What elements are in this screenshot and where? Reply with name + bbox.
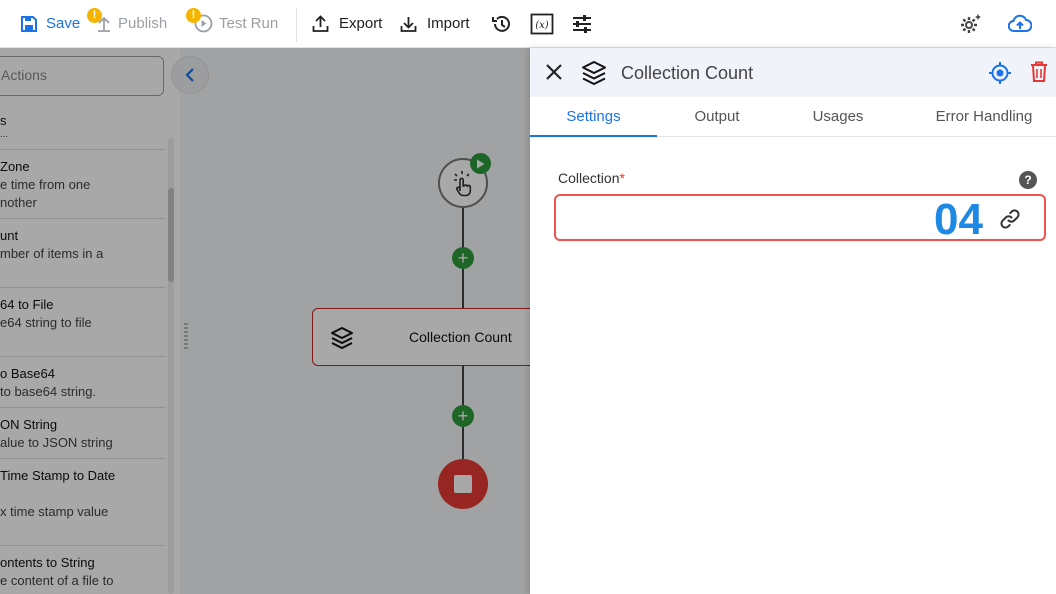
scrollbar-thumb[interactable] [168,188,174,282]
actions-search-input[interactable]: Actions [0,56,164,96]
history-icon[interactable] [490,12,514,36]
export-label: Export [339,15,383,32]
action-title: ON String [0,417,58,432]
tab-settings[interactable]: Settings [530,97,657,137]
add-step-button[interactable]: + [452,405,474,427]
action-title: unt [0,228,19,243]
warning-icon: ! [87,7,102,23]
tab-usages[interactable]: Usages [777,97,899,137]
action-desc: e time from one [0,177,91,192]
action-title: 64 to File [0,297,54,312]
action-settings-panel: Collection Count Settings Output Usages … [530,48,1056,594]
action-desc: nother [0,195,37,210]
export-icon [312,14,329,32]
close-icon[interactable] [544,62,564,82]
add-step-button[interactable]: + [452,247,474,269]
action-desc [0,485,165,503]
action-item[interactable]: unt mber of items in a [0,227,165,288]
action-item[interactable]: Time Stamp to Date x time stamp value [0,467,165,546]
save-label: Save [46,15,81,32]
panel-tabs: Settings Output Usages Error Handling [530,97,1056,137]
action-title: Zone [0,159,30,174]
actions-panel: Actions s ... Zone e time from one nothe… [0,48,180,594]
action-desc: to base64 string. [0,384,97,399]
save-icon [21,15,37,32]
action-item[interactable]: s ... [0,112,165,150]
publish-button[interactable]: ! Publish [87,0,168,48]
action-item[interactable]: o Base64 to base64 string. [0,365,165,408]
toolbar: Save ! Publish ! Test Run Export Import … [0,0,1056,48]
warning-icon: ! [186,7,201,23]
locate-icon[interactable] [988,61,1012,85]
svg-text:(x): (x) [535,20,549,31]
node-label: Collection Count [409,329,512,345]
action-title: o Base64 [0,366,55,381]
field-label-text: Collection [558,170,620,186]
action-desc: e content of a file to [0,573,114,588]
panel-header: Collection Count [530,48,1056,97]
link-icon[interactable] [999,208,1021,230]
tab-error-handling[interactable]: Error Handling [899,97,1056,137]
layers-icon [331,327,353,349]
layers-icon [582,61,606,85]
action-title: Time Stamp to Date [0,468,116,483]
collapse-panel-button[interactable] [171,56,209,94]
sliders-icon[interactable] [570,12,594,36]
stop-icon [454,475,472,493]
resize-handle-icon[interactable] [184,322,188,352]
publish-label: Publish [118,15,168,32]
stop-node[interactable] [438,459,488,509]
action-item[interactable]: ontents to String e content of a file to [0,554,165,594]
toolbar-divider [296,8,297,42]
tab-output[interactable]: Output [657,97,777,137]
settings-sparkle-icon[interactable] [958,12,982,36]
action-desc: x time stamp value [0,504,109,519]
action-desc: alue to JSON string [0,435,113,450]
collection-field-label: Collection* [558,170,625,186]
action-title: s [0,113,7,128]
panel-title: Collection Count [621,63,754,83]
required-mark: * [619,170,625,186]
import-icon [400,16,417,32]
collection-input[interactable]: 04 [554,194,1046,244]
chevron-left-icon [185,68,194,82]
pointer-click-icon [454,171,472,197]
collection-value: 04 [934,195,983,244]
action-item[interactable]: 64 to File e64 string to file [0,296,165,357]
import-button[interactable]: Import [400,0,470,48]
collection-count-node[interactable]: Collection Count [312,308,542,366]
export-button[interactable]: Export [312,0,382,48]
cloud-upload-icon[interactable] [1008,12,1032,36]
test-run-label: Test Run [219,15,279,32]
import-label: Import [427,15,470,32]
action-item[interactable]: ON String alue to JSON string [0,416,165,459]
run-icon[interactable] [470,153,491,174]
action-desc: mber of items in a [0,246,104,261]
action-desc: e64 string to file [0,315,92,330]
action-item[interactable]: Zone e time from one nother [0,158,165,219]
action-desc: ... [0,129,9,140]
help-icon[interactable]: ? [1019,171,1037,189]
test-run-button[interactable]: ! Test Run [186,0,279,48]
trash-icon[interactable] [1030,61,1048,83]
action-title: ontents to String [0,555,95,570]
save-button[interactable]: Save [20,0,80,48]
variables-icon[interactable]: (x) [530,12,554,36]
